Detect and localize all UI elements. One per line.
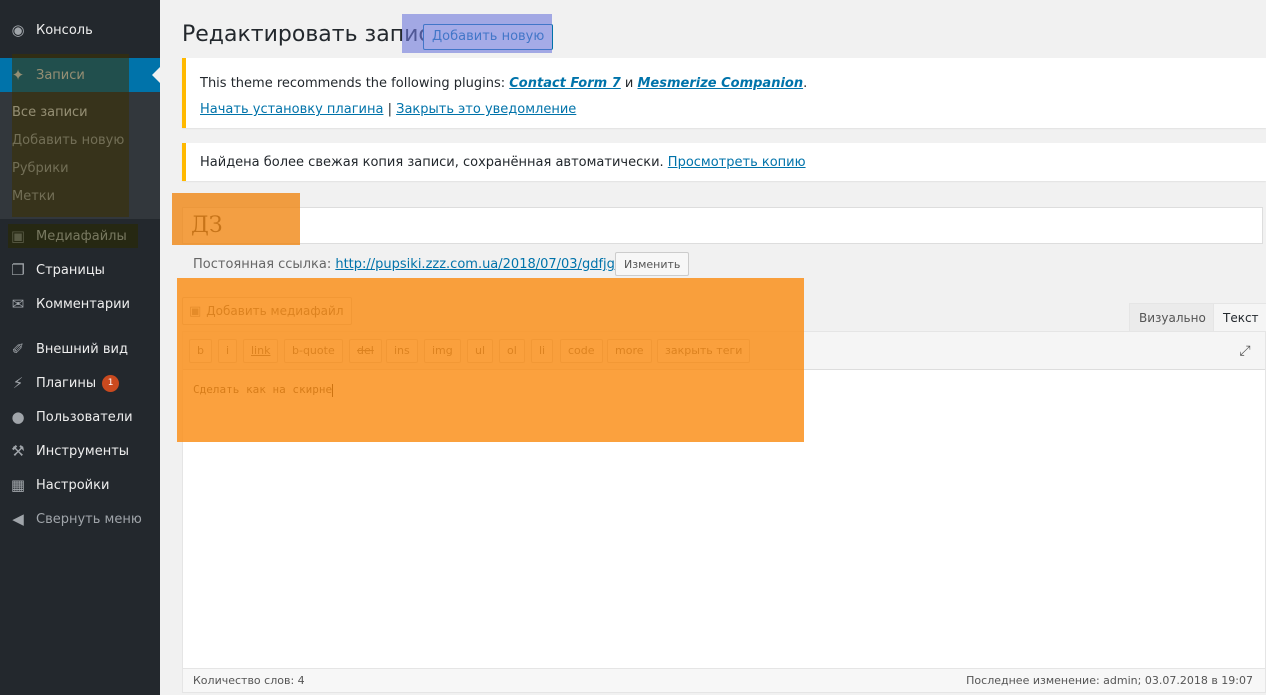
permalink-label: Постоянная ссылка: (193, 257, 336, 272)
menu-item-posts[interactable]: ✦ Записи (0, 58, 160, 92)
submenu-item-all-posts[interactable]: Все записи (12, 105, 88, 120)
menu-item-label: Внешний вид (36, 341, 128, 357)
qt-ins-button[interactable]: ins (386, 339, 418, 363)
post-editor: b i link b-quote del ins img ul ol li co… (182, 331, 1266, 693)
quicktags-toolbar: b i link b-quote del ins img ul ol li co… (183, 332, 1265, 370)
qt-img-button[interactable]: img (424, 339, 461, 363)
permalink-edit-button[interactable]: Изменить (615, 252, 690, 276)
menu-item-pages[interactable]: ❐ Страницы (0, 253, 160, 287)
view-autosave-link[interactable]: Просмотреть копию (668, 155, 806, 170)
permalink-row: Постоянная ссылка: http://pupsiki.zzz.co… (193, 257, 656, 272)
editor-text: Сделать как на скирне (193, 383, 333, 396)
tab-visual[interactable]: Визуально (1129, 303, 1216, 332)
notice-suffix: . (803, 76, 808, 91)
text-cursor (332, 383, 334, 397)
media-icon: ▣ (189, 303, 202, 319)
media-icon: ▣ (10, 227, 26, 245)
qt-more-button[interactable]: more (607, 339, 652, 363)
permalink-url-link[interactable]: http://pupsiki.zzz.com.ua/2018/07/03/gdf… (335, 257, 656, 272)
menu-item-media[interactable]: ▣ Медиафайлы (0, 219, 160, 253)
qt-bold-button[interactable]: b (189, 339, 212, 363)
menu-item-console[interactable]: ◉ Консоль (0, 13, 160, 47)
post-title-input[interactable]: ДЗ (182, 207, 1263, 244)
plugin-link-mesmerize[interactable]: Mesmerize Companion (637, 76, 803, 91)
notice-actions: Начать установку плагина | Закрыть это у… (200, 102, 576, 117)
add-new-post-button[interactable]: Добавить новую (423, 24, 554, 50)
notice-text: Найдена более свежая копия записи, сохра… (200, 155, 806, 170)
plugin-recommendation-notice: This theme recommends the following plug… (182, 58, 1266, 128)
menu-item-label: Страницы (36, 262, 105, 278)
submenu-item-categories[interactable]: Рубрики (12, 161, 69, 176)
dismiss-notice-link[interactable]: Закрыть это уведомление (396, 102, 576, 117)
dashboard-icon: ◉ (11, 21, 25, 39)
qt-ol-button[interactable]: ol (499, 339, 525, 363)
menu-item-users[interactable]: ● Пользователи (0, 400, 160, 434)
posts-submenu: Все записи Добавить новую Рубрики Метки (0, 92, 160, 219)
add-media-label: Добавить медиафайл (206, 304, 344, 318)
notice-and: и (620, 76, 638, 91)
last-edit-info: Последнее изменение: admin; 03.07.2018 в… (966, 674, 1253, 687)
menu-item-label: Комментарии (36, 296, 130, 312)
tab-text[interactable]: Текст (1213, 303, 1266, 332)
menu-item-label: Настройки (36, 477, 110, 493)
qt-ul-button[interactable]: ul (467, 339, 494, 363)
brush-icon: ✐ (11, 340, 25, 358)
editor-textarea[interactable]: Сделать как на скирне (193, 383, 334, 397)
notice-text: This theme recommends the following plug… (200, 76, 807, 91)
collapse-icon: ◀ (12, 510, 24, 528)
menu-item-label: Пользователи (36, 409, 133, 425)
collapse-menu-button[interactable]: ◀ Свернуть меню (0, 502, 160, 536)
menu-item-comments[interactable]: ✉ Комментарии (0, 287, 160, 321)
submenu-item-tags[interactable]: Метки (12, 189, 55, 204)
admin-sidebar: ◉ Консоль ✦ Записи Все записи Добавить н… (0, 0, 160, 695)
qt-del-button[interactable]: del (349, 339, 382, 363)
menu-item-plugins[interactable]: ⚡ Плагины 1 (0, 366, 160, 400)
menu-item-label: Свернуть меню (36, 511, 142, 527)
qt-italic-button[interactable]: i (218, 339, 238, 363)
qt-link-button[interactable]: link (243, 339, 279, 363)
menu-item-appearance[interactable]: ✐ Внешний вид (0, 332, 160, 366)
plugin-link-contact-form[interactable]: Contact Form 7 (509, 76, 621, 91)
install-plugins-link[interactable]: Начать установку плагина (200, 102, 383, 117)
menu-item-settings[interactable]: ▦ Настройки (0, 468, 160, 502)
menu-item-label: Инструменты (36, 443, 130, 459)
qt-code-button[interactable]: code (560, 339, 603, 363)
comment-icon: ✉ (11, 295, 25, 313)
autosave-text: Найдена более свежая копия записи, сохра… (200, 155, 668, 170)
user-icon: ● (11, 408, 25, 426)
qt-close-tags-button[interactable]: закрыть теги (657, 339, 751, 363)
submenu-item-add-new[interactable]: Добавить новую (12, 133, 124, 148)
menu-item-label: Медиафайлы (36, 228, 127, 244)
plugin-icon: ⚡ (12, 374, 24, 392)
qt-blockquote-button[interactable]: b-quote (284, 339, 343, 363)
plugins-update-badge: 1 (102, 374, 120, 392)
word-count: Количество слов: 4 (193, 674, 305, 687)
notice-prefix: This theme recommends the following plug… (200, 76, 510, 91)
editor-status-bar: Количество слов: 4 Последнее изменение: … (183, 668, 1265, 692)
page-title: Редактировать запись (182, 22, 444, 47)
autosave-notice: Найдена более свежая копия записи, сохра… (182, 143, 1266, 181)
pin-icon: ✦ (11, 66, 25, 84)
page-icon: ❐ (11, 261, 25, 279)
qt-li-button[interactable]: li (531, 339, 554, 363)
menu-item-tools[interactable]: ⚒ Инструменты (0, 434, 160, 468)
menu-item-label: Плагины (36, 375, 97, 391)
notice-separator: | (383, 102, 397, 117)
add-media-button[interactable]: ▣ Добавить медиафайл (182, 297, 353, 325)
wrench-icon: ⚒ (11, 442, 25, 460)
menu-item-label: Записи (36, 67, 85, 83)
settings-icon: ▦ (10, 476, 26, 494)
fullscreen-icon[interactable]: ⤢ (1237, 343, 1253, 359)
menu-item-label: Консоль (36, 22, 93, 38)
